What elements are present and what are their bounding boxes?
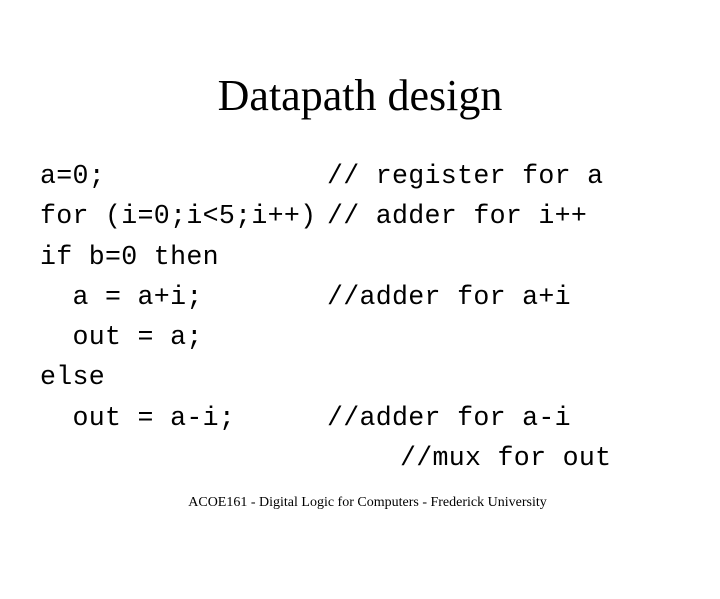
code-comment: //mux for out xyxy=(400,443,612,474)
code-statement: if b=0 then xyxy=(40,241,219,272)
code-comment: // adder for i++ xyxy=(327,201,588,232)
code-comment: // register for a xyxy=(327,161,604,191)
slide-footer: ACOE161 - Digital Logic for Computers - … xyxy=(188,495,547,510)
code-comment: //adder for a+i xyxy=(327,281,571,312)
code-line: for (i=0;i<5;i++) // adder for i++ xyxy=(40,196,700,236)
code-statement: out = a; xyxy=(40,322,203,353)
code-line: a=0; // register for a xyxy=(40,156,700,196)
code-statement: out = a-i; xyxy=(40,402,236,433)
code-line: if b=0 then xyxy=(40,237,700,277)
code-statement: for (i=0;i<5;i++) xyxy=(40,201,317,232)
code-line: else xyxy=(40,357,700,397)
slide-title: Datapath design xyxy=(217,71,503,120)
code-line: //mux for out xyxy=(40,438,700,478)
code-statement: else xyxy=(40,362,106,393)
code-statement: a = a+i; xyxy=(40,281,203,312)
code-line: out = a-i; //adder for a-i xyxy=(40,398,700,438)
code-comment: //adder for a-i xyxy=(327,402,571,433)
code-line: a = a+i; //adder for a+i xyxy=(40,277,700,317)
code-statement: a=0; xyxy=(40,161,106,191)
code-block: a=0; // register for a for (i=0;i<5;i++)… xyxy=(40,156,700,478)
code-line: out = a; xyxy=(40,317,700,357)
